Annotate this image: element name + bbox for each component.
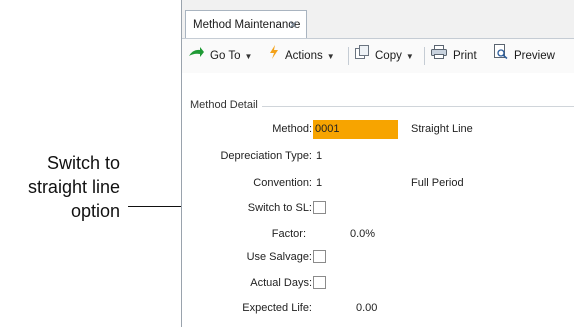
switch-to-sl-label: Switch to SL:: [247, 202, 312, 214]
actual-days-label: Actual Days:: [250, 277, 312, 289]
close-icon[interactable]: ✕: [288, 11, 298, 39]
chevron-down-icon: ▼: [326, 52, 335, 62]
convention-description: Full Period: [411, 177, 464, 189]
toolbar-separator: [424, 47, 425, 65]
method-label: Method:: [272, 123, 312, 135]
use-salvage-label: Use Salvage:: [246, 251, 312, 263]
switch-to-sl-checkbox[interactable]: [313, 201, 326, 214]
goto-label: Go To: [210, 50, 241, 63]
go-arrow-icon: [188, 39, 204, 73]
actual-days-checkbox[interactable]: [313, 276, 326, 289]
preview-button[interactable]: Preview: [494, 39, 555, 73]
use-salvage-checkbox[interactable]: [313, 250, 326, 263]
expected-life-label: Expected Life:: [242, 302, 312, 314]
depreciation-type-label: Depreciation Type:: [220, 150, 312, 162]
tab-method-maintenance[interactable]: Method Maintenance ✕: [185, 10, 307, 38]
print-label: Print: [453, 50, 477, 63]
tab-strip: Method Maintenance ✕: [182, 0, 574, 42]
convention-value: 1: [316, 177, 323, 189]
actions-label: Actions: [285, 50, 323, 63]
expected-life-value: 0.00: [356, 302, 378, 314]
chevron-down-icon: ▼: [244, 52, 253, 62]
convention-label: Convention:: [253, 177, 312, 189]
method-maintenance-window: Method Maintenance ✕ Go To ▼ Actions ▼ Cop…: [181, 0, 574, 327]
depreciation-type-value: 1: [316, 150, 323, 162]
goto-button[interactable]: Go To ▼: [188, 39, 252, 73]
toolbar: Go To ▼ Actions ▼ Copy ▼ Print Preview: [182, 38, 574, 74]
callout-label: Switch to straight line option: [27, 153, 120, 221]
copy-button[interactable]: Copy ▼: [355, 39, 414, 73]
section-title: Method Detail: [190, 99, 262, 111]
lightning-icon: [269, 39, 279, 73]
print-button[interactable]: Print: [431, 39, 477, 73]
tab-title: Method Maintenance: [193, 19, 301, 31]
method-description: Straight Line: [411, 123, 473, 135]
actions-button[interactable]: Actions ▼: [269, 39, 335, 73]
preview-icon: [494, 39, 508, 73]
printer-icon: [431, 39, 447, 73]
method-field[interactable]: 0001: [313, 120, 398, 139]
preview-label: Preview: [514, 50, 555, 63]
factor-label: Factor:: [271, 228, 306, 240]
factor-value: 0.0%: [350, 228, 376, 240]
chevron-down-icon: ▼: [405, 52, 414, 62]
copy-label: Copy: [375, 50, 402, 63]
method-detail-panel: Method Detail Method: 0001 Straight Line…: [182, 73, 574, 327]
toolbar-separator: [348, 47, 349, 65]
copy-icon: [355, 39, 369, 73]
